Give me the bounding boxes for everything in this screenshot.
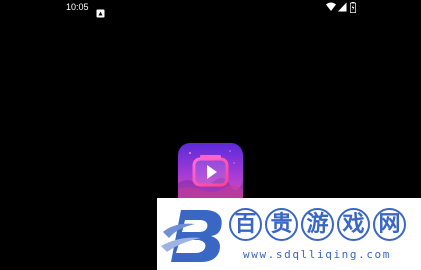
notification-icon <box>96 3 105 18</box>
watermark-url: www.sdqlliqing.com <box>243 248 392 261</box>
watermark-title-char: 百 <box>229 208 262 241</box>
status-time: 10:05 <box>66 2 89 12</box>
watermark-title-char: 网 <box>373 208 406 241</box>
battery-icon <box>350 2 356 13</box>
app-play-icon <box>178 143 243 200</box>
watermark-title: 百 贵 游 戏 网 <box>229 208 406 241</box>
watermark-title-char: 戏 <box>337 208 370 241</box>
wifi-icon <box>326 2 336 11</box>
baigui-logo <box>161 202 227 264</box>
watermark: 百 贵 游 戏 网 www.sdqlliqing.com <box>157 198 421 270</box>
status-bar: 10:05 <box>0 0 421 18</box>
watermark-title-char: 贵 <box>265 208 298 241</box>
watermark-title-char: 游 <box>301 208 334 241</box>
cell-signal-icon <box>338 2 347 12</box>
status-icons <box>326 2 360 13</box>
